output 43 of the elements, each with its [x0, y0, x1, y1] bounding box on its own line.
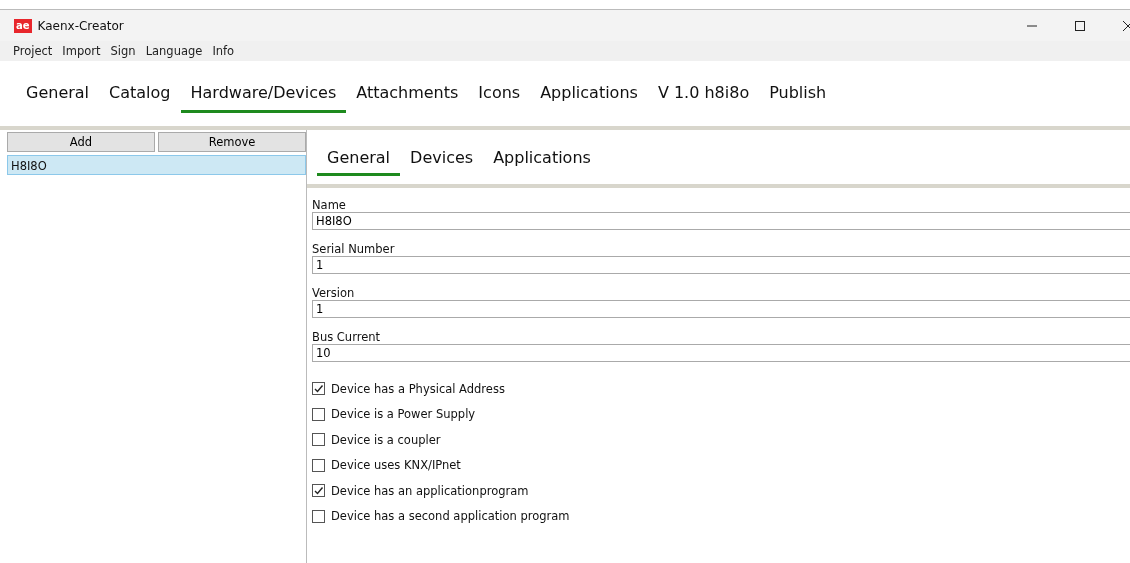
field-label: Serial Number: [312, 242, 395, 256]
field-label: Name: [312, 198, 346, 212]
tab[interactable]: Hardware/Devices: [180, 79, 347, 113]
checkbox-label: Device has an applicationprogram: [331, 483, 529, 498]
list-item[interactable]: H8I8O: [7, 155, 306, 175]
checkbox-label: Device has a second application program: [331, 509, 570, 524]
tab[interactable]: Applications: [530, 79, 648, 113]
checkbox[interactable]: [312, 509, 325, 523]
close-icon[interactable]: [1122, 19, 1130, 32]
checkbox-label: Device is a Power Supply: [331, 407, 476, 422]
input-field[interactable]: 1: [312, 256, 1130, 274]
menu-item[interactable]: Sign: [110, 44, 136, 58]
tab[interactable]: General: [16, 79, 100, 113]
checkbox[interactable]: [312, 407, 325, 421]
input-field[interactable]: H8I8O: [312, 212, 1130, 230]
toolbar-button[interactable]: Add: [7, 132, 155, 152]
field-label: Bus Current: [312, 330, 381, 344]
tab[interactable]: Applications: [483, 145, 601, 176]
tab[interactable]: V 1.0 h8i8o: [647, 79, 760, 113]
tab[interactable]: Attachments: [346, 79, 469, 113]
input-field[interactable]: 10: [312, 344, 1130, 362]
tab[interactable]: Devices: [400, 145, 484, 176]
menu-item[interactable]: Project: [13, 44, 53, 58]
checkbox-label: Device has a Physical Address: [331, 381, 505, 396]
checkbox[interactable]: [312, 458, 325, 472]
field-label: Version: [312, 286, 355, 300]
checkbox[interactable]: [312, 433, 325, 447]
toolbar-button[interactable]: Remove: [158, 132, 306, 152]
tab[interactable]: General: [317, 145, 401, 176]
tab[interactable]: Publish: [759, 79, 837, 113]
menu-item[interactable]: Import: [62, 44, 101, 58]
tab[interactable]: Icons: [468, 79, 531, 113]
window-title: Kaenx-Creator: [37, 18, 124, 33]
checkbox[interactable]: [312, 484, 325, 498]
menu-item[interactable]: Language: [145, 44, 203, 58]
checkbox-label: Device uses KNX/IPnet: [331, 458, 461, 473]
tab[interactable]: Catalog: [99, 79, 181, 113]
maximize-icon[interactable]: [1074, 19, 1086, 32]
app-logo: ae: [14, 18, 32, 33]
checkbox[interactable]: [312, 382, 325, 396]
input-field[interactable]: 1: [312, 300, 1130, 318]
menu-item[interactable]: Info: [212, 44, 235, 58]
checkbox-label: Device is a coupler: [331, 432, 441, 447]
